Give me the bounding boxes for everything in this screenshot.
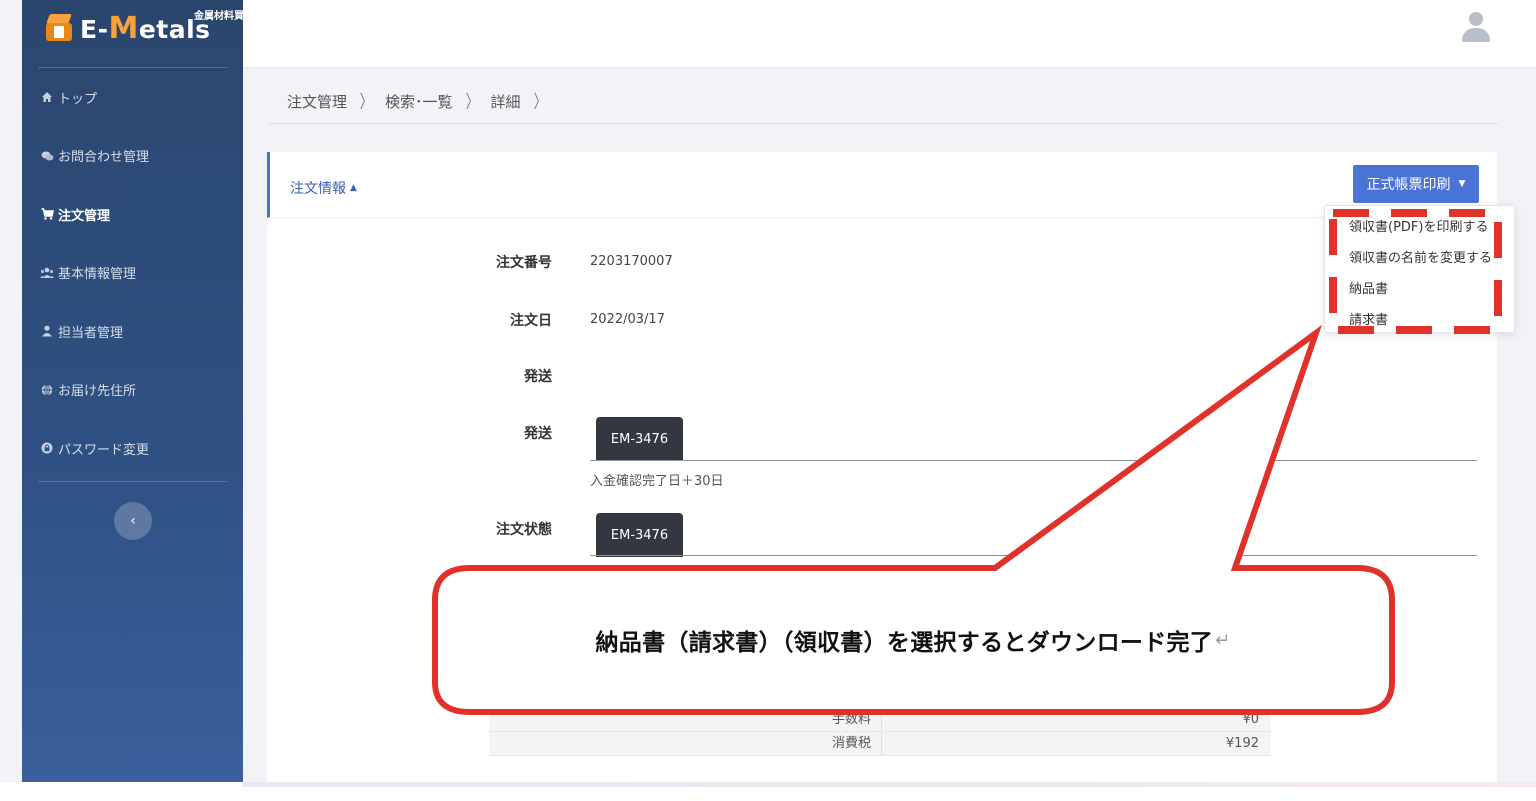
order-status-chip[interactable]: EM-3476 bbox=[596, 513, 683, 557]
order-info-toggle[interactable]: 注文情報 ▲ bbox=[290, 178, 357, 198]
caret-down-icon: ▼ bbox=[1458, 179, 1466, 189]
shipping-field-underline bbox=[590, 460, 1477, 461]
sidebar-item-inquiries[interactable]: お問合わせ管理 bbox=[22, 127, 243, 186]
sidebar-item-top[interactable]: トップ bbox=[22, 68, 243, 127]
shipping-note: 入金確認完了日＋30日 bbox=[590, 474, 724, 489]
breadcrumb-separator-icon: 〉 bbox=[533, 92, 546, 113]
caret-up-icon: ▲ bbox=[350, 183, 357, 193]
sidebar-item-staff[interactable]: 担当者管理 bbox=[22, 302, 243, 361]
fee-label: 手数料 bbox=[489, 708, 882, 731]
fee-value: ¥0 bbox=[1242, 712, 1259, 727]
sidebar-item-password[interactable]: パスワード変更 bbox=[22, 419, 243, 478]
sidebar-item-basic-info[interactable]: 基本情報管理 bbox=[22, 244, 243, 303]
menu-item-rename-receipt[interactable]: 領収書の名前を変更する bbox=[1325, 241, 1514, 272]
fee-value: ¥192 bbox=[1225, 736, 1259, 751]
chat-icon bbox=[40, 149, 54, 163]
logo-cube-icon bbox=[44, 14, 74, 42]
user-icon bbox=[40, 324, 54, 338]
breadcrumb-separator-icon: 〉 bbox=[465, 92, 478, 113]
print-button-label: 正式帳票印刷 bbox=[1366, 177, 1451, 193]
card-title: 注文情報 bbox=[290, 181, 346, 197]
return-mark-icon: ↵ bbox=[1215, 629, 1231, 651]
sidebar-collapse-button[interactable]: ‹ bbox=[114, 502, 152, 540]
sidebar-divider bbox=[38, 481, 228, 482]
cart-icon bbox=[40, 207, 54, 221]
status-field-underline bbox=[590, 555, 1477, 556]
sidebar-item-label: 担当者管理 bbox=[58, 325, 124, 341]
print-dropdown-menu: 領収書(PDF)を印刷する 領収書の名前を変更する 納品書 請求書 bbox=[1324, 205, 1515, 333]
sidebar-item-label: 注文管理 bbox=[58, 208, 111, 224]
order-date-value: 2022/03/17 bbox=[590, 312, 665, 327]
sidebar-item-label: 基本情報管理 bbox=[58, 267, 137, 283]
sidebar-item-label: お届け先住所 bbox=[58, 384, 137, 400]
table-row: 手数料 ¥0 bbox=[489, 708, 1271, 732]
sidebar-item-label: お問合わせ管理 bbox=[58, 150, 150, 166]
official-print-button[interactable]: 正式帳票印刷 ▼ bbox=[1353, 165, 1479, 203]
brand-logo[interactable]: E-Metals 金属材料買うなら bbox=[44, 6, 274, 50]
chevron-left-icon: ‹ bbox=[130, 513, 136, 529]
shipping-select-label: 発送 bbox=[524, 426, 552, 442]
breadcrumb-item-orders[interactable]: 注文管理 bbox=[287, 91, 347, 112]
breadcrumb: 注文管理 〉 検索･一覧 〉 詳細 〉 bbox=[287, 88, 559, 114]
callout-text: 納品書（請求書）（領収書）を選択するとダウンロード完了 ↵ bbox=[433, 570, 1393, 710]
user-avatar-icon[interactable] bbox=[1462, 12, 1490, 46]
top-bar bbox=[243, 0, 1536, 67]
table-row: 消費税 ¥192 bbox=[489, 732, 1271, 756]
menu-item-delivery-note[interactable]: 納品書 bbox=[1325, 272, 1514, 303]
sidebar-item-delivery-address[interactable]: お届け先住所 bbox=[22, 361, 243, 420]
brand-name: E-Metals bbox=[80, 10, 211, 46]
callout-message: 納品書（請求書）（領収書）を選択するとダウンロード完了 bbox=[595, 630, 1214, 656]
order-status-label: 注文状態 bbox=[496, 522, 552, 538]
menu-item-print-receipt-pdf[interactable]: 領収書(PDF)を印刷する bbox=[1325, 210, 1514, 241]
order-number-label: 注文番号 bbox=[496, 255, 552, 271]
shipping-chip[interactable]: EM-3476 bbox=[596, 417, 683, 461]
bottom-strip bbox=[0, 782, 1536, 801]
home-icon bbox=[40, 90, 54, 104]
sidebar-item-label: トップ bbox=[58, 91, 98, 107]
sidebar-item-label: パスワード変更 bbox=[58, 442, 150, 458]
menu-item-invoice[interactable]: 請求書 bbox=[1325, 303, 1514, 334]
order-number-value: 2203170007 bbox=[590, 254, 673, 269]
breadcrumb-separator-icon: 〉 bbox=[359, 92, 373, 113]
breadcrumb-divider bbox=[268, 123, 1498, 124]
fee-label: 消費税 bbox=[489, 732, 882, 755]
users-icon bbox=[40, 266, 54, 280]
order-date-label: 注文日 bbox=[510, 313, 552, 329]
shipping-label: 発送 bbox=[524, 369, 552, 385]
card-header: 注文情報 ▲ 正式帳票印刷 ▼ bbox=[267, 152, 1497, 218]
globe-icon bbox=[40, 383, 54, 397]
sidebar-item-orders[interactable]: 注文管理 bbox=[22, 185, 243, 244]
sidebar: E-Metals 金属材料買うなら トップ お問合わせ管理 注文管理 基本情報管… bbox=[22, 0, 274, 782]
breadcrumb-item-detail: 詳細 bbox=[490, 92, 521, 111]
lock-icon bbox=[40, 441, 54, 455]
breadcrumb-item-search[interactable]: 検索･一覧 bbox=[385, 91, 453, 112]
sidebar-nav: トップ お問合わせ管理 注文管理 基本情報管理 担当者管理 お届け先住所 パスワ… bbox=[22, 68, 243, 478]
